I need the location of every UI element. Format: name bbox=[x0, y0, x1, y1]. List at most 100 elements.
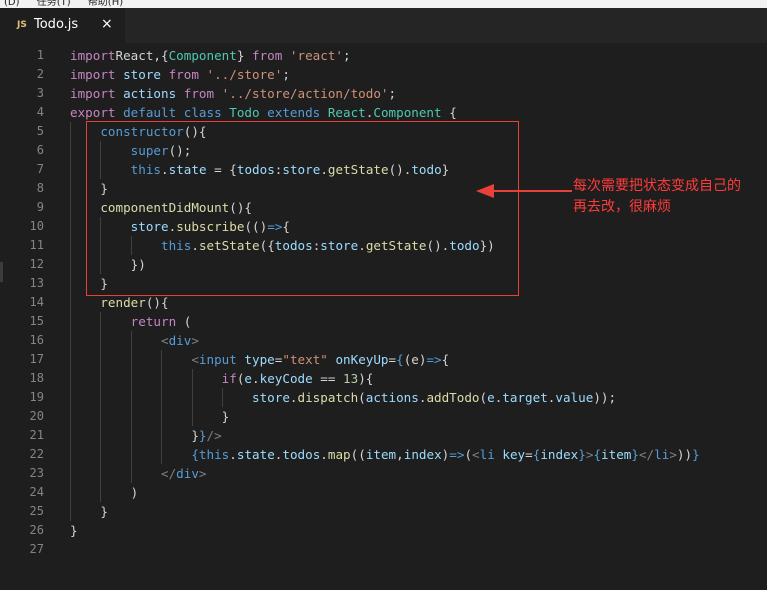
tab-todo-js[interactable]: JS Todo.js × bbox=[0, 8, 125, 43]
code-line: } bbox=[70, 407, 230, 426]
code-token: keyCode bbox=[259, 371, 313, 386]
code-line: return ( bbox=[70, 312, 192, 331]
code-token: class bbox=[176, 105, 222, 120]
code-token: } bbox=[70, 504, 108, 519]
code-token: . bbox=[320, 447, 328, 462]
code-token: map bbox=[327, 447, 351, 462]
code-token: store bbox=[251, 390, 290, 405]
code-line: import store from '../store'; bbox=[70, 65, 290, 84]
code-token: "text" bbox=[282, 352, 328, 367]
code-token: } bbox=[70, 409, 230, 424]
code-token: } bbox=[70, 428, 199, 443]
code-token: > bbox=[191, 333, 199, 348]
line-number: 8 bbox=[36, 181, 44, 195]
code-line: <input type="text" onKeyUp={(e)=>{ bbox=[70, 350, 449, 369]
code-token: (){ bbox=[145, 295, 169, 310]
code-token: Component bbox=[373, 105, 442, 120]
line-number: 10 bbox=[29, 219, 44, 233]
code-token: ) bbox=[70, 485, 139, 500]
code-token: state bbox=[236, 447, 275, 462]
code-token: ; bbox=[282, 67, 290, 82]
code-token: </ bbox=[638, 447, 655, 462]
code-token: extends bbox=[259, 105, 321, 120]
code-token: '../store/action/todo' bbox=[214, 86, 389, 101]
line-number: 16 bbox=[29, 333, 44, 347]
code-token: )) bbox=[676, 447, 693, 462]
code-token: { bbox=[191, 447, 199, 462]
code-token: == bbox=[312, 371, 344, 386]
code-token: => bbox=[426, 352, 442, 367]
code-token: { bbox=[441, 105, 457, 120]
code-token: return bbox=[130, 314, 177, 329]
code-token: e bbox=[487, 390, 495, 405]
code-token: ( bbox=[358, 390, 366, 405]
code-token: store bbox=[115, 67, 161, 82]
code-line: if(e.keyCode == 13){ bbox=[70, 369, 374, 388]
line-number: 26 bbox=[29, 523, 44, 537]
code-token: import bbox=[70, 67, 116, 82]
code-token: export bbox=[70, 105, 116, 120]
line-number: 4 bbox=[36, 105, 44, 119]
code-line: export default class Todo extends React.… bbox=[70, 103, 457, 122]
line-number: 1 bbox=[36, 48, 44, 62]
code-token: import bbox=[70, 48, 116, 63]
menu-bar: (D) 任务(T) 帮助(H) bbox=[0, 0, 767, 8]
code-token: . bbox=[289, 390, 298, 405]
line-number: 9 bbox=[36, 200, 44, 214]
code-token: addTodo bbox=[426, 390, 480, 405]
line-number: 17 bbox=[29, 352, 44, 366]
code-token: , bbox=[396, 447, 404, 462]
close-icon[interactable]: × bbox=[101, 16, 113, 32]
code-token: dispatch bbox=[297, 390, 359, 405]
code-token: default bbox=[115, 105, 177, 120]
code-token: = bbox=[388, 352, 397, 367]
menu-item-tasks[interactable]: 任务(T) bbox=[37, 0, 71, 8]
code-token: render bbox=[100, 295, 146, 310]
code-token: { bbox=[396, 352, 404, 367]
code-token: < bbox=[191, 352, 199, 367]
code-token: from bbox=[252, 48, 283, 63]
code-editor[interactable]: 1 2 3 4 5 6 7 8 9 10 11 12 13 14 15 16 17 18 19 20 21 22 23 24 2… bbox=[0, 43, 767, 590]
code-token: /> bbox=[206, 428, 222, 443]
line-number: 27 bbox=[29, 542, 44, 556]
tab-label: Todo.js bbox=[34, 17, 79, 32]
line-number: 2 bbox=[36, 67, 44, 81]
code-token: index bbox=[540, 447, 579, 462]
code-token: actions bbox=[365, 390, 419, 405]
code-token: ( bbox=[464, 447, 473, 462]
code-token: ){ bbox=[358, 371, 374, 386]
code-token: )); bbox=[593, 390, 617, 405]
code-token: { bbox=[441, 352, 450, 367]
code-token: } bbox=[70, 523, 78, 538]
code-token: < bbox=[472, 447, 480, 462]
code-token: ( bbox=[479, 390, 488, 405]
code-token: } bbox=[236, 48, 252, 63]
line-number: 20 bbox=[29, 409, 44, 423]
code-token: li bbox=[654, 447, 670, 462]
annotation-line-2: 再去改，很麻烦 bbox=[573, 199, 671, 215]
menu-item-help[interactable]: 帮助(H) bbox=[88, 0, 123, 8]
menu-item-d[interactable]: (D) bbox=[4, 0, 20, 8]
code-token: div bbox=[168, 333, 192, 348]
code-line: <div> bbox=[70, 331, 199, 350]
code-token: ; bbox=[388, 86, 397, 101]
code-token: > bbox=[669, 447, 677, 462]
code-line: importReact,{Component} from 'react'; bbox=[70, 46, 351, 65]
line-number: 15 bbox=[29, 314, 44, 328]
code-token: 13 bbox=[343, 371, 359, 386]
code-token: index bbox=[403, 447, 442, 462]
code-token: . bbox=[229, 447, 237, 462]
code-token: ; bbox=[343, 48, 351, 63]
line-number: 7 bbox=[36, 162, 44, 176]
code-line: } bbox=[70, 502, 108, 521]
code-token: input bbox=[198, 352, 237, 367]
arrow-left-icon bbox=[476, 184, 572, 198]
code-token: type bbox=[236, 352, 275, 367]
code-token: target bbox=[502, 390, 548, 405]
code-token: actions bbox=[115, 86, 177, 101]
